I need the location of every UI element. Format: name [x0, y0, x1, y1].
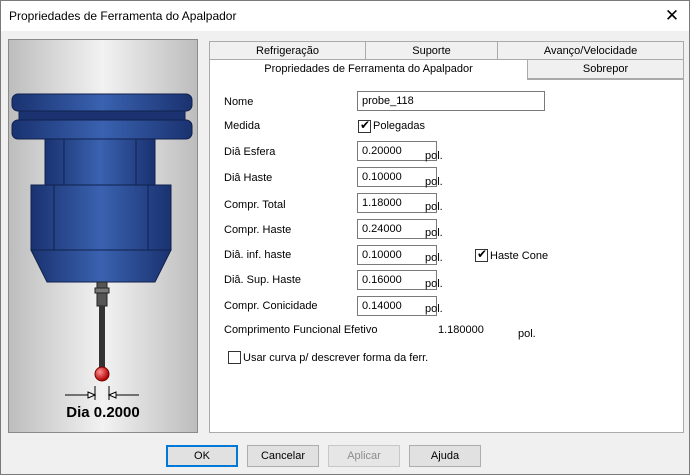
probe-taper	[30, 249, 172, 283]
probe-holder	[96, 281, 108, 307]
probe-stem	[99, 306, 105, 370]
compr-haste-label: Compr. Haste	[224, 224, 292, 236]
comprimento-funcional-unit: pol.	[518, 328, 536, 340]
dia-inf-haste-label: Diâ. inf. haste	[224, 249, 292, 261]
haste-cone-checkbox[interactable]: ✔	[475, 247, 488, 262]
probe-flange-groove	[18, 110, 186, 121]
polegadas-label: Polegadas	[373, 120, 425, 132]
apply-button[interactable]: Aplicar	[328, 445, 400, 467]
dia-sup-haste-unit: pol.	[425, 278, 443, 290]
tab-strip: Refrigeração Suporte Avanço/Velocidade S…	[209, 41, 684, 81]
help-button[interactable]: Ajuda	[409, 445, 481, 467]
tab-sobrepor[interactable]: Sobrepor	[527, 59, 684, 79]
usar-curva-checkbox[interactable]	[228, 351, 241, 364]
dia-esfera-unit: pol.	[425, 150, 443, 162]
probe-tool-properties-dialog: Propriedades de Ferramenta do Apalpador …	[0, 0, 690, 475]
usar-curva-label: Usar curva p/ descrever forma da ferr.	[243, 352, 429, 364]
dia-esfera-label: Diâ Esfera	[224, 146, 276, 158]
comprimento-funcional-label: Comprimento Funcional Efetivo	[224, 324, 378, 336]
compr-conicidade-label: Compr. Conicidade	[224, 300, 318, 312]
polegadas-checkbox[interactable]: ✔	[358, 118, 371, 133]
compr-conicidade-unit: pol.	[425, 303, 443, 315]
probe-body	[30, 184, 172, 251]
probe-flange-bottom	[11, 119, 193, 140]
nome-label: Nome	[224, 96, 254, 108]
close-icon[interactable]: ✕	[661, 5, 683, 27]
tab-suporte[interactable]: Suporte	[365, 41, 498, 61]
probe-ball	[94, 366, 110, 382]
compr-total-label: Compr. Total	[224, 199, 286, 211]
title-bar: Propriedades de Ferramenta do Apalpador …	[1, 1, 689, 31]
tab-avanco-velocidade[interactable]: Avanço/Velocidade	[497, 41, 684, 61]
dia-sup-haste-label: Diâ. Sup. Haste	[224, 274, 302, 286]
dia-inf-haste-unit: pol.	[425, 252, 443, 264]
ball-diameter-label: Dia 0.2000	[66, 404, 140, 421]
properties-panel: Nome Medida ✔ Polegadas Diâ Esfera pol. …	[209, 79, 684, 433]
checkmark-icon: ✔	[477, 247, 488, 261]
medida-label: Medida	[224, 120, 261, 132]
comprimento-funcional-value: 1.180000	[438, 324, 484, 336]
probe-neck	[44, 138, 156, 186]
window-title: Propriedades de Ferramenta do Apalpador	[9, 9, 237, 23]
cancel-button[interactable]: Cancelar	[247, 445, 319, 467]
ok-button[interactable]: OK	[166, 445, 238, 467]
probe-flange-top	[11, 93, 193, 112]
tab-propriedades-apalpador[interactable]: Propriedades de Ferramenta do Apalpador	[209, 59, 528, 80]
dia-haste-unit: pol.	[425, 176, 443, 188]
checkmark-icon: ✔	[360, 118, 371, 132]
tab-refrigeracao[interactable]: Refrigeração	[209, 41, 366, 61]
probe-illustration	[11, 93, 193, 400]
compr-haste-unit: pol.	[425, 227, 443, 239]
probe-preview: Dia 0.2000	[8, 39, 198, 433]
haste-cone-label: Haste Cone	[490, 250, 549, 262]
dia-haste-label: Diâ Haste	[224, 172, 273, 184]
compr-total-unit: pol.	[425, 201, 443, 213]
nome-input[interactable]	[357, 91, 545, 111]
